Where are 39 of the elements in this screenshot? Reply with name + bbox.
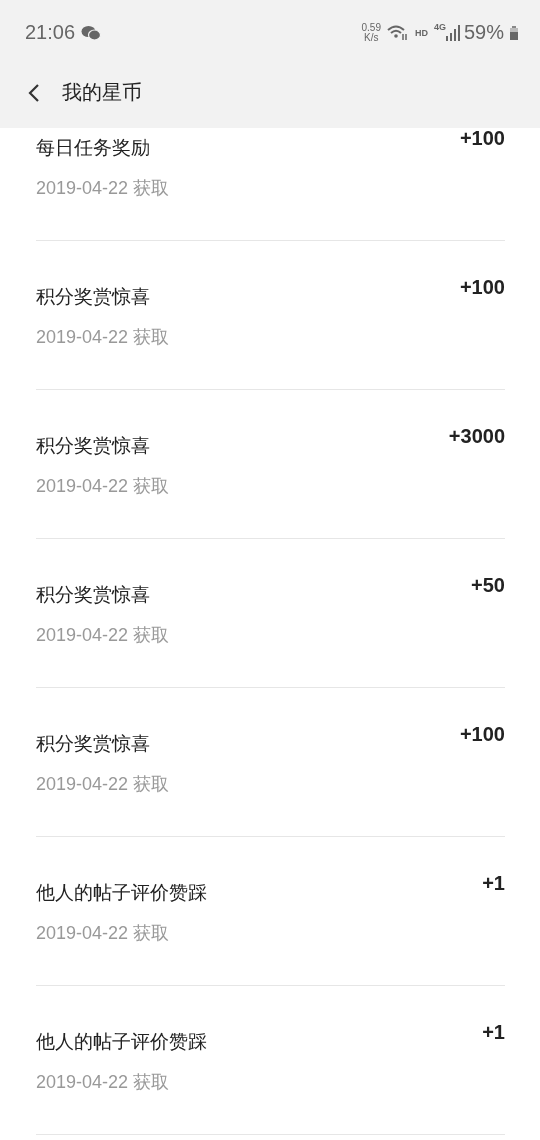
record-item[interactable]: 积分奖赏惊喜 2019-04-22 获取 +100	[36, 688, 505, 837]
network-speed: 0.59 K/s	[361, 22, 381, 43]
record-item[interactable]: 他人的帖子评价赞踩 2019-04-22 获取 +1	[36, 986, 505, 1135]
record-points: +1	[482, 872, 505, 895]
record-item[interactable]: 每日任务奖励 2019-04-22 获取 +100	[36, 128, 505, 241]
record-date: 2019-04-22 获取	[36, 624, 170, 647]
record-date: 2019-04-22 获取	[36, 326, 170, 349]
record-points: +100	[459, 276, 505, 299]
status-time: 21:06	[25, 21, 76, 44]
chat-app-icon	[81, 24, 102, 41]
record-item[interactable]: 积分奖赏惊喜 2019-04-22 获取 +50	[36, 539, 505, 688]
back-icon	[28, 82, 40, 103]
record-date: 2019-04-22 获取	[36, 475, 170, 498]
record-title: 每日任务奖励	[36, 135, 151, 160]
page-title: 我的星币	[62, 79, 142, 106]
record-date: 2019-04-22 获取	[36, 177, 170, 200]
record-title: 积分奖赏惊喜	[36, 731, 151, 756]
record-item[interactable]: 积分奖赏惊喜 2019-04-22 获取 +100	[36, 241, 505, 390]
record-points: +100	[459, 723, 505, 746]
record-points: +1	[482, 1021, 505, 1044]
record-title: 他人的帖子评价赞踩	[36, 1029, 207, 1054]
wifi-icon	[386, 24, 409, 41]
record-item[interactable]: 积分奖赏惊喜 2019-04-22 获取 +3000	[36, 390, 505, 539]
record-title: 积分奖赏惊喜	[36, 582, 151, 607]
signal-icon	[445, 24, 460, 41]
battery-percent: 59%	[463, 21, 504, 44]
record-points: +100	[459, 128, 505, 150]
record-date: 2019-04-22 获取	[36, 773, 170, 796]
battery-icon	[510, 25, 518, 40]
record-points: +50	[471, 574, 505, 597]
hd-label: HD	[414, 27, 428, 38]
record-title: 积分奖赏惊喜	[36, 284, 151, 309]
record-title: 积分奖赏惊喜	[36, 433, 151, 458]
record-date: 2019-04-22 获取	[36, 922, 171, 945]
network-type: 4G	[433, 21, 446, 32]
record-date: 2019-04-22 获取	[36, 1071, 171, 1094]
record-title: 他人的帖子评价赞踩	[36, 880, 207, 905]
record-points: +3000	[448, 425, 505, 448]
record-item[interactable]: 他人的帖子评价赞踩 2019-04-22 获取 +1	[36, 837, 505, 986]
